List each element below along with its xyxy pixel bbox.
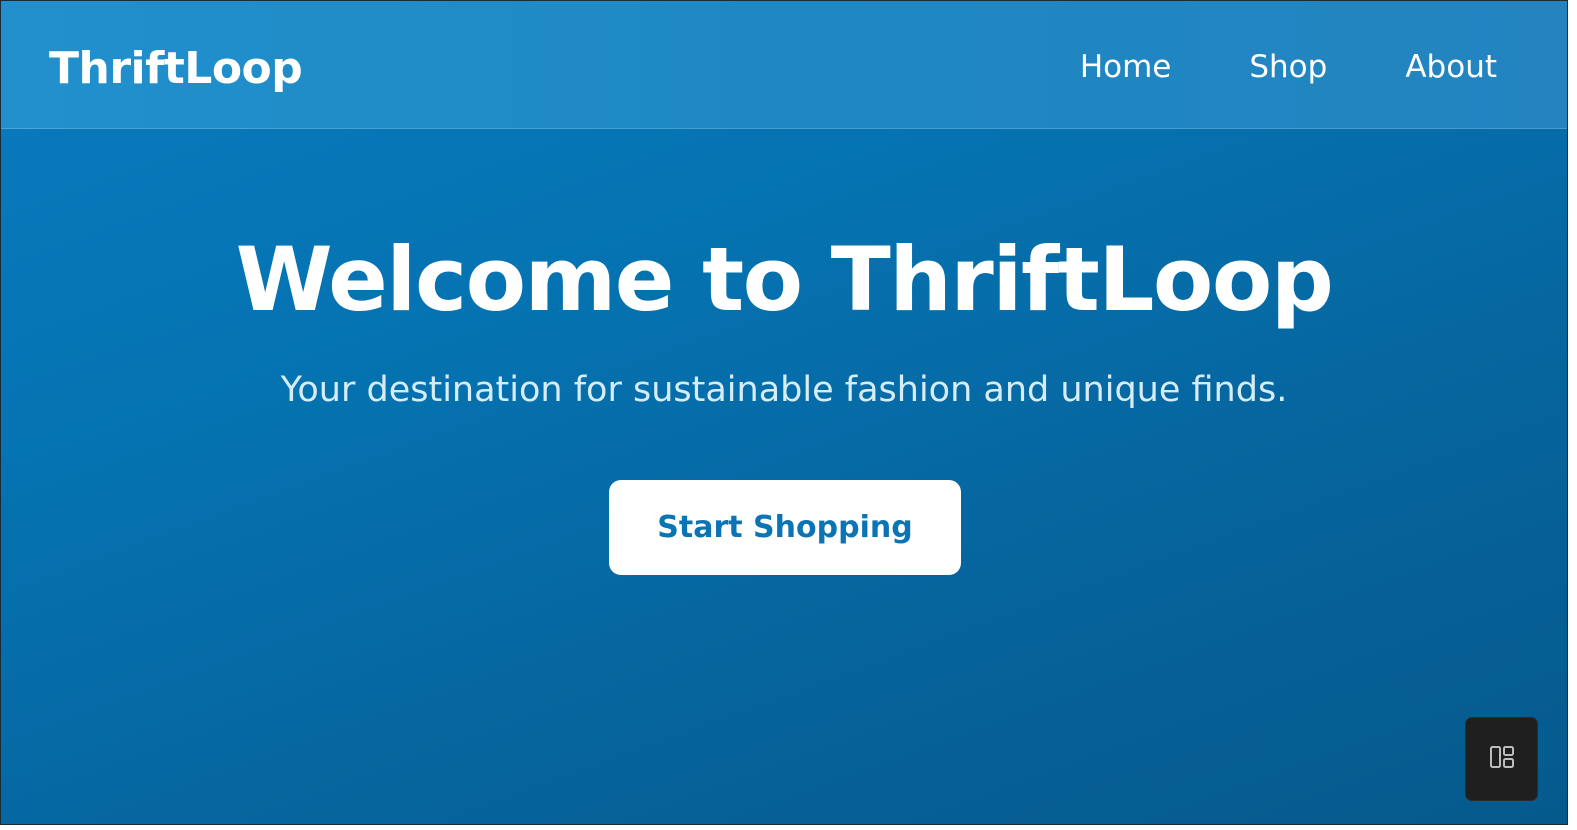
nav-link-home[interactable]: Home	[1080, 45, 1172, 89]
nav-link-about[interactable]: About	[1405, 45, 1497, 89]
brand-logo[interactable]: ThriftLoop	[49, 39, 303, 99]
nav-links: Home Shop About	[1002, 45, 1497, 89]
page-viewport: ThriftLoop Home Shop About Welcome to Th…	[0, 0, 1568, 825]
hero-title: Welcome to ThriftLoop	[235, 228, 1334, 331]
navbar: ThriftLoop Home Shop About	[1, 1, 1567, 129]
hero-subtitle: Your destination for sustainable fashion…	[280, 370, 1288, 410]
start-shopping-button[interactable]: Start Shopping	[609, 480, 961, 575]
nav-link-shop[interactable]: Shop	[1249, 45, 1327, 89]
layout-icon	[1488, 743, 1516, 775]
layout-toggle-button[interactable]	[1465, 717, 1538, 801]
